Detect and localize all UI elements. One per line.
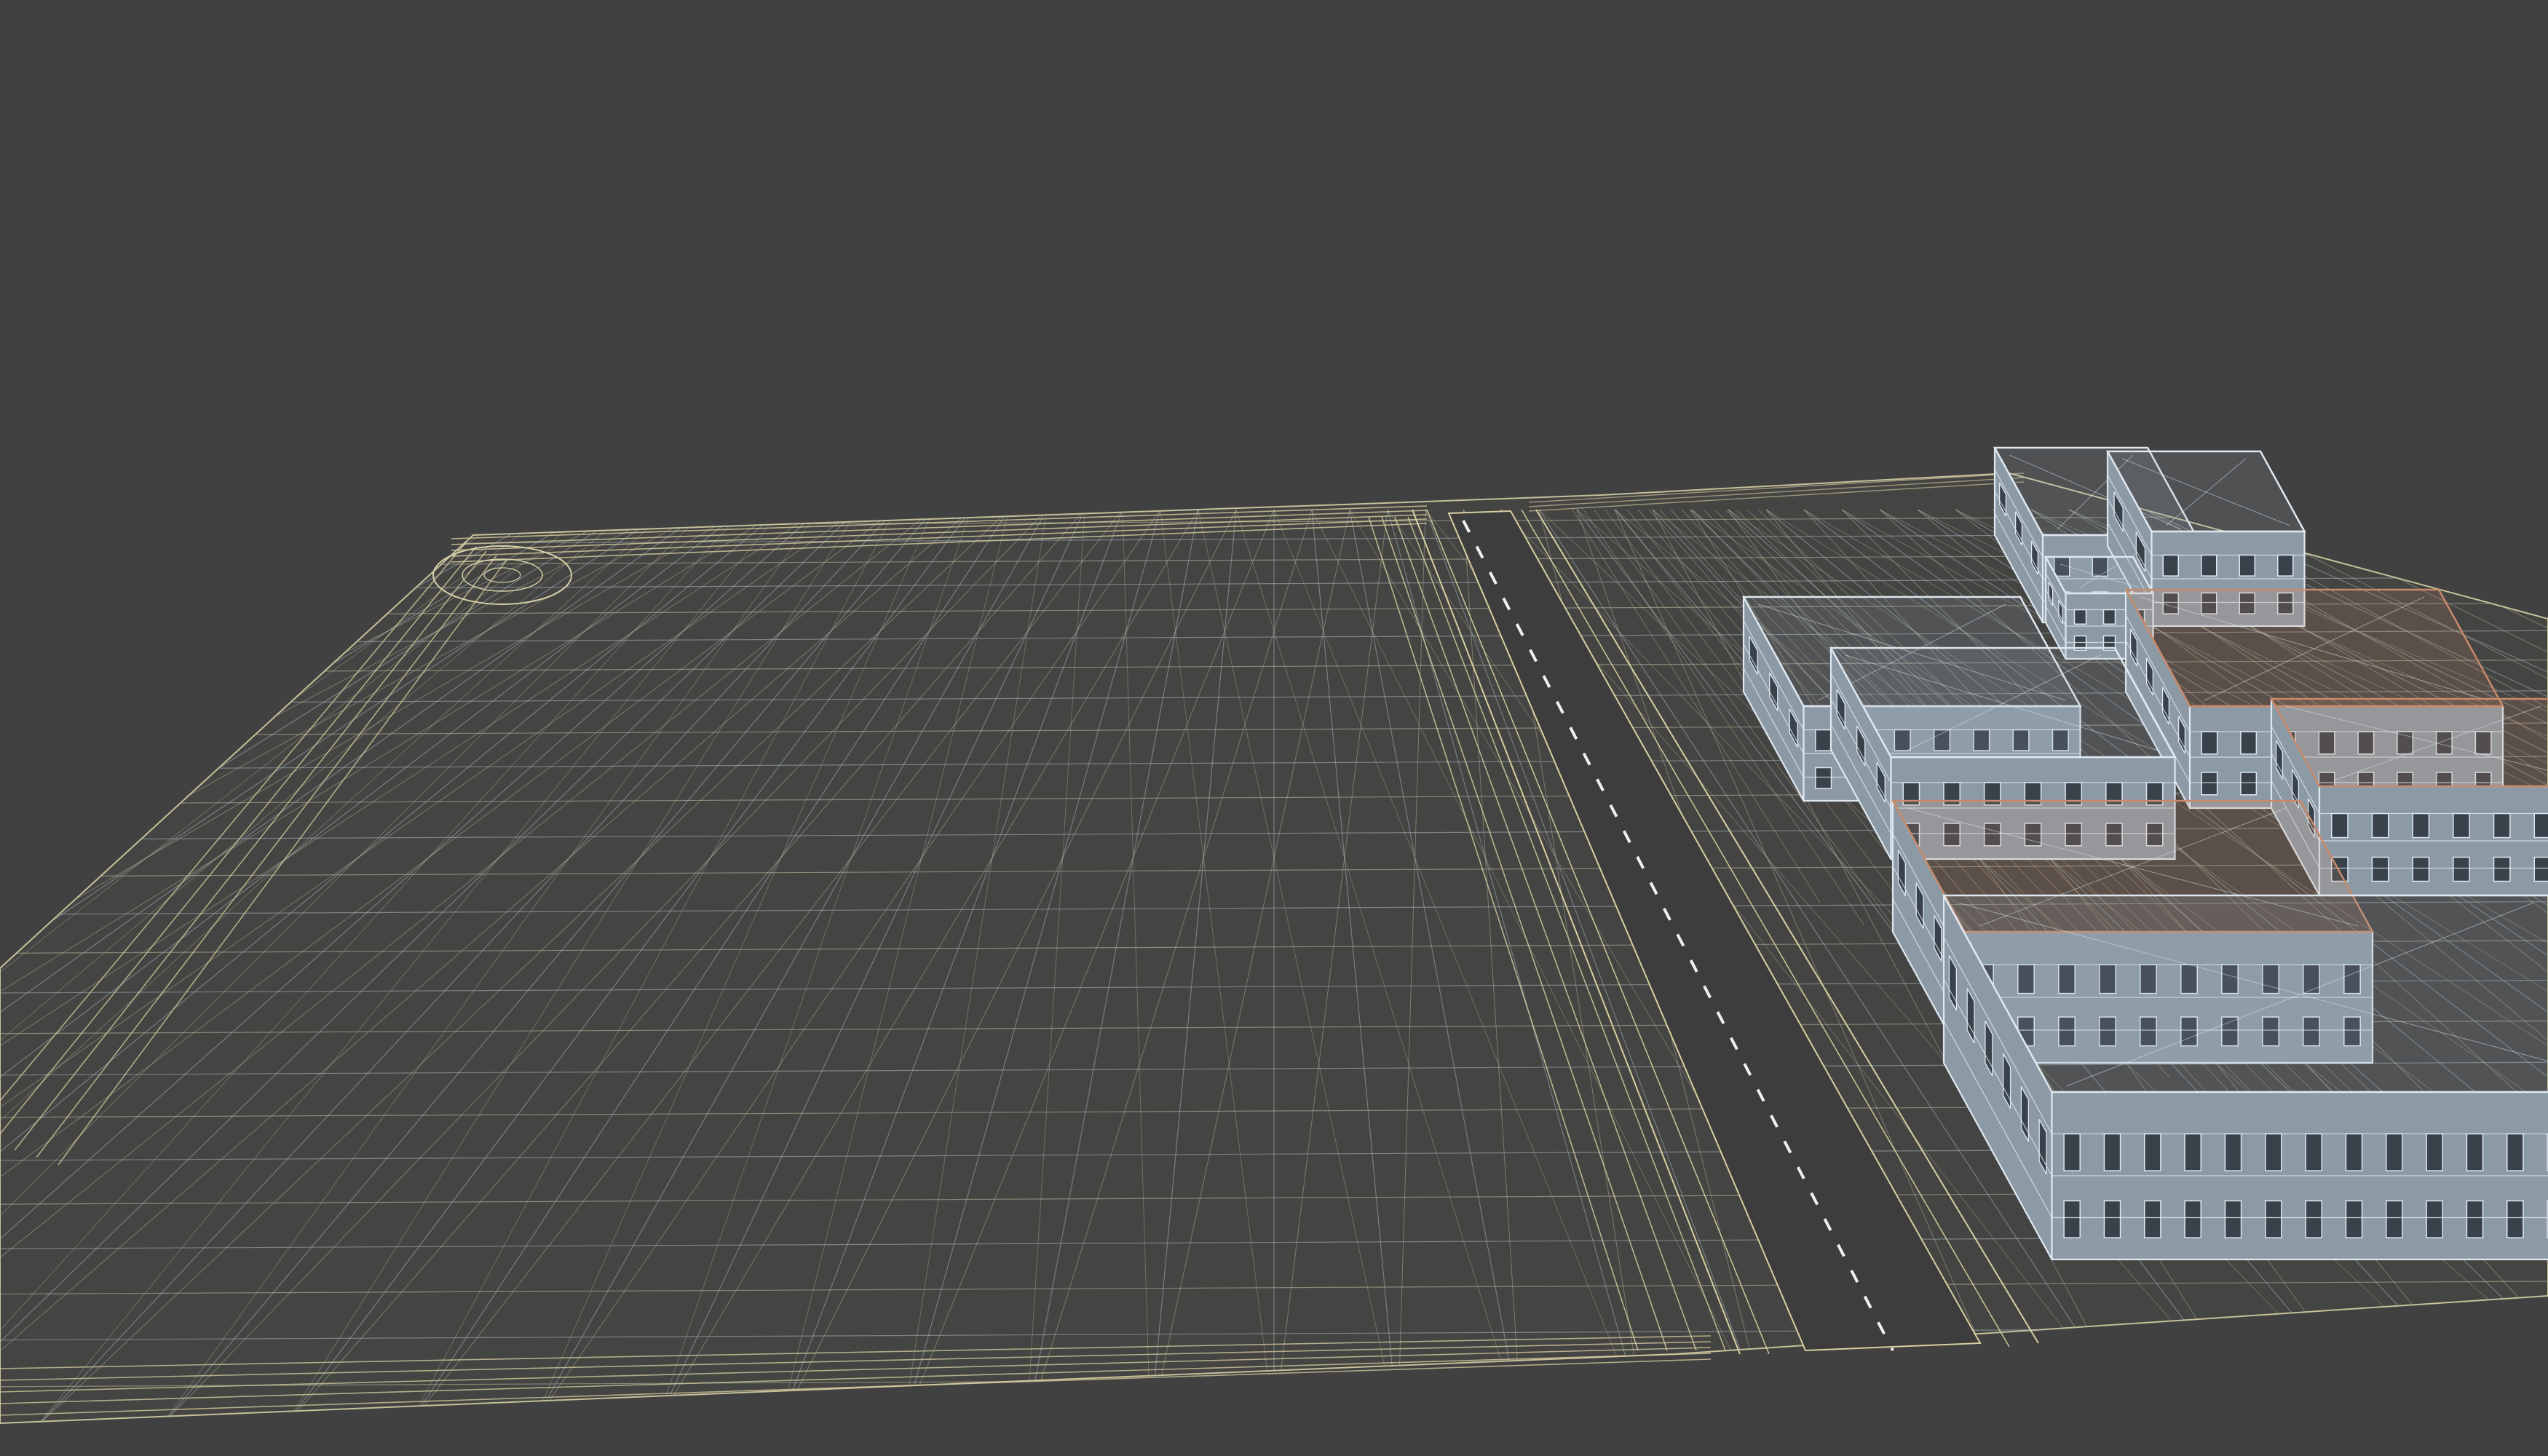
building-front-large xyxy=(1942,894,2548,1261)
wireframe-scene[interactable] xyxy=(0,0,2548,1456)
3d-viewport[interactable] xyxy=(0,0,2548,1456)
